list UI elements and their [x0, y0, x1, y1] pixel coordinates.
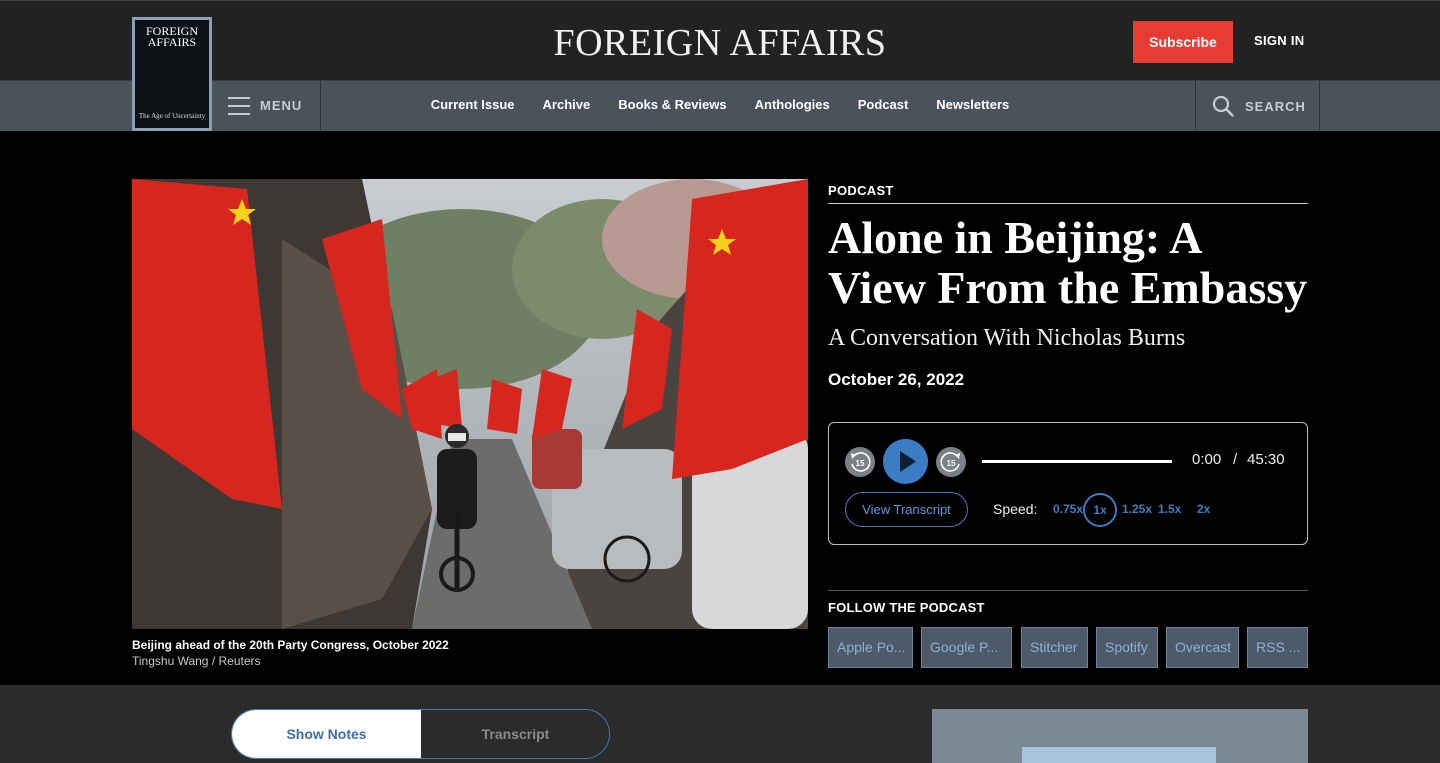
tab-transcript[interactable]: Transcript	[421, 710, 609, 758]
photo-caption: Beijing ahead of the 20th Party Congress…	[132, 638, 449, 652]
subscribe-button[interactable]: Subscribe	[1133, 21, 1233, 63]
speed-option-0-75x[interactable]: 0.75x	[1053, 502, 1083, 516]
ad-image	[1022, 747, 1216, 763]
photo-credit: Tingshu Wang / Reuters	[132, 654, 261, 668]
rss-button[interactable]: RSS ...	[1247, 627, 1308, 668]
rewind-icon: 15	[851, 452, 871, 472]
view-transcript-button[interactable]: View Transcript	[845, 492, 968, 527]
total-duration: 45:30	[1247, 451, 1285, 468]
follow-divider	[828, 590, 1308, 591]
sign-in-link[interactable]: SIGN IN	[1254, 33, 1305, 48]
hero-photo	[132, 179, 808, 629]
overcast-button[interactable]: Overcast	[1166, 627, 1239, 668]
speed-option-1x[interactable]: 1x	[1083, 493, 1117, 527]
play-button[interactable]	[883, 439, 928, 484]
spotify-button[interactable]: Spotify	[1096, 627, 1158, 668]
fast-forward-icon: 15	[940, 452, 960, 472]
content-section: Show Notes Transcript	[0, 685, 1440, 763]
nav-link-podcast[interactable]: Podcast	[858, 97, 909, 112]
nav-link-anthologies[interactable]: Anthologies	[755, 97, 830, 112]
nav-link-books-reviews[interactable]: Books & Reviews	[618, 97, 726, 112]
time-separator: /	[1233, 451, 1238, 468]
apple-podcasts-button[interactable]: Apple Po...	[828, 627, 913, 668]
nav-link-current-issue[interactable]: Current Issue	[431, 97, 515, 112]
speed-option-1-25x[interactable]: 1.25x	[1122, 502, 1152, 516]
skip-forward-label: 15	[947, 459, 956, 468]
current-issue-cover[interactable]: FOREIGN AFFAIRS The Age of Uncertainty	[132, 17, 212, 131]
follow-podcast-heading: FOLLOW THE PODCAST	[828, 600, 985, 615]
nav-link-newsletters[interactable]: Newsletters	[936, 97, 1009, 112]
advertisement[interactable]	[932, 709, 1308, 763]
play-icon	[900, 451, 916, 472]
nav-link-archive[interactable]: Archive	[543, 97, 591, 112]
stitcher-button[interactable]: Stitcher	[1021, 627, 1088, 668]
article-subtitle: A Conversation With Nicholas Burns	[828, 325, 1186, 351]
beijing-street-image	[132, 179, 808, 629]
search-button[interactable]: SEARCH	[1195, 81, 1320, 131]
search-label: SEARCH	[1245, 99, 1306, 114]
google-podcasts-button[interactable]: Google P...	[921, 627, 1012, 668]
skip-back-label: 15	[856, 459, 865, 468]
skip-back-15-button[interactable]: 15	[845, 447, 875, 477]
cover-subtitle: The Age of Uncertainty	[138, 112, 206, 120]
top-bar: FOREIGN AFFAIRS Subscribe SIGN IN	[0, 0, 1440, 81]
nav-bar: MENU Current Issue Archive Books & Revie…	[0, 81, 1440, 131]
content-tabs: Show Notes Transcript	[231, 709, 610, 759]
kicker-divider	[828, 203, 1308, 204]
audio-player: 15 15 0:00 / 45:30 View Transcript Speed…	[828, 422, 1308, 545]
skip-forward-15-button[interactable]: 15	[936, 447, 966, 477]
speed-option-2x[interactable]: 2x	[1197, 502, 1210, 516]
publish-date: October 26, 2022	[828, 370, 965, 389]
tab-show-notes[interactable]: Show Notes	[232, 710, 421, 758]
speed-option-1-5x[interactable]: 1.5x	[1158, 502, 1181, 516]
speed-label: Speed:	[993, 501, 1038, 517]
section-kicker[interactable]: PODCAST	[828, 183, 894, 198]
cover-title-line2: AFFAIRS	[147, 35, 197, 49]
current-time: 0:00	[1192, 451, 1222, 468]
hero-section: Beijing ahead of the 20th Party Congress…	[0, 131, 1440, 685]
progress-bar[interactable]	[982, 460, 1172, 463]
search-icon	[1212, 95, 1234, 117]
page-title: Alone in Beijing: A View From the Embass…	[828, 212, 1308, 313]
